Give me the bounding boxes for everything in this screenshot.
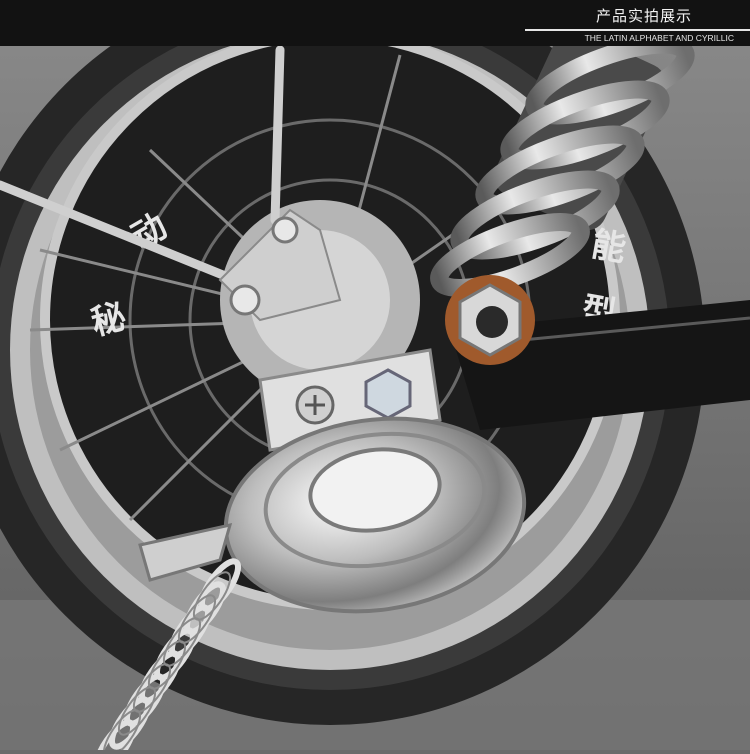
- banner-subtitle: THE LATIN ALPHABET AND CYRILLIC: [584, 33, 734, 43]
- banner-title: 产品实拍展示: [595, 7, 692, 25]
- brake-cable-rod: [270, 45, 285, 225]
- bracket-bolt: [364, 368, 412, 420]
- banner-divider: [525, 29, 750, 31]
- hub-char-3: 能: [588, 224, 628, 269]
- top-banner: 产品实拍展示 THE LATIN ALPHABET AND CYRILLIC: [0, 0, 750, 46]
- product-photo: 秘 动 能 型: [0, 0, 750, 754]
